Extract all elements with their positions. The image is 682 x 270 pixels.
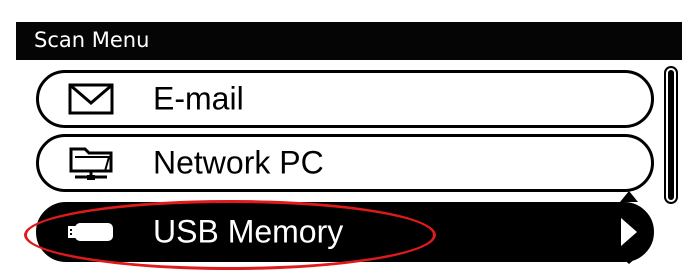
envelope-icon [65, 79, 117, 119]
scroll-up-icon[interactable] [620, 191, 638, 202]
usb-drive-icon [65, 212, 117, 252]
menu-item-email[interactable]: E-mail [36, 70, 654, 128]
scrollbar[interactable] [664, 66, 678, 204]
menu-item-label: Network PC [153, 144, 324, 181]
scrollbar-thumb[interactable] [668, 70, 674, 200]
screen-title: Scan Menu [34, 28, 150, 52]
network-folder-icon [65, 143, 117, 183]
menu-item-network-pc[interactable]: Network PC [36, 134, 654, 192]
menu-item-usb-memory[interactable]: USB Memory [36, 202, 654, 262]
scroll-down-icon[interactable] [620, 256, 638, 264]
chevron-right-icon[interactable] [621, 218, 637, 246]
menu-item-label: USB Memory [153, 213, 344, 250]
menu-item-label: E-mail [153, 80, 244, 117]
title-bar: Scan Menu [16, 22, 682, 60]
